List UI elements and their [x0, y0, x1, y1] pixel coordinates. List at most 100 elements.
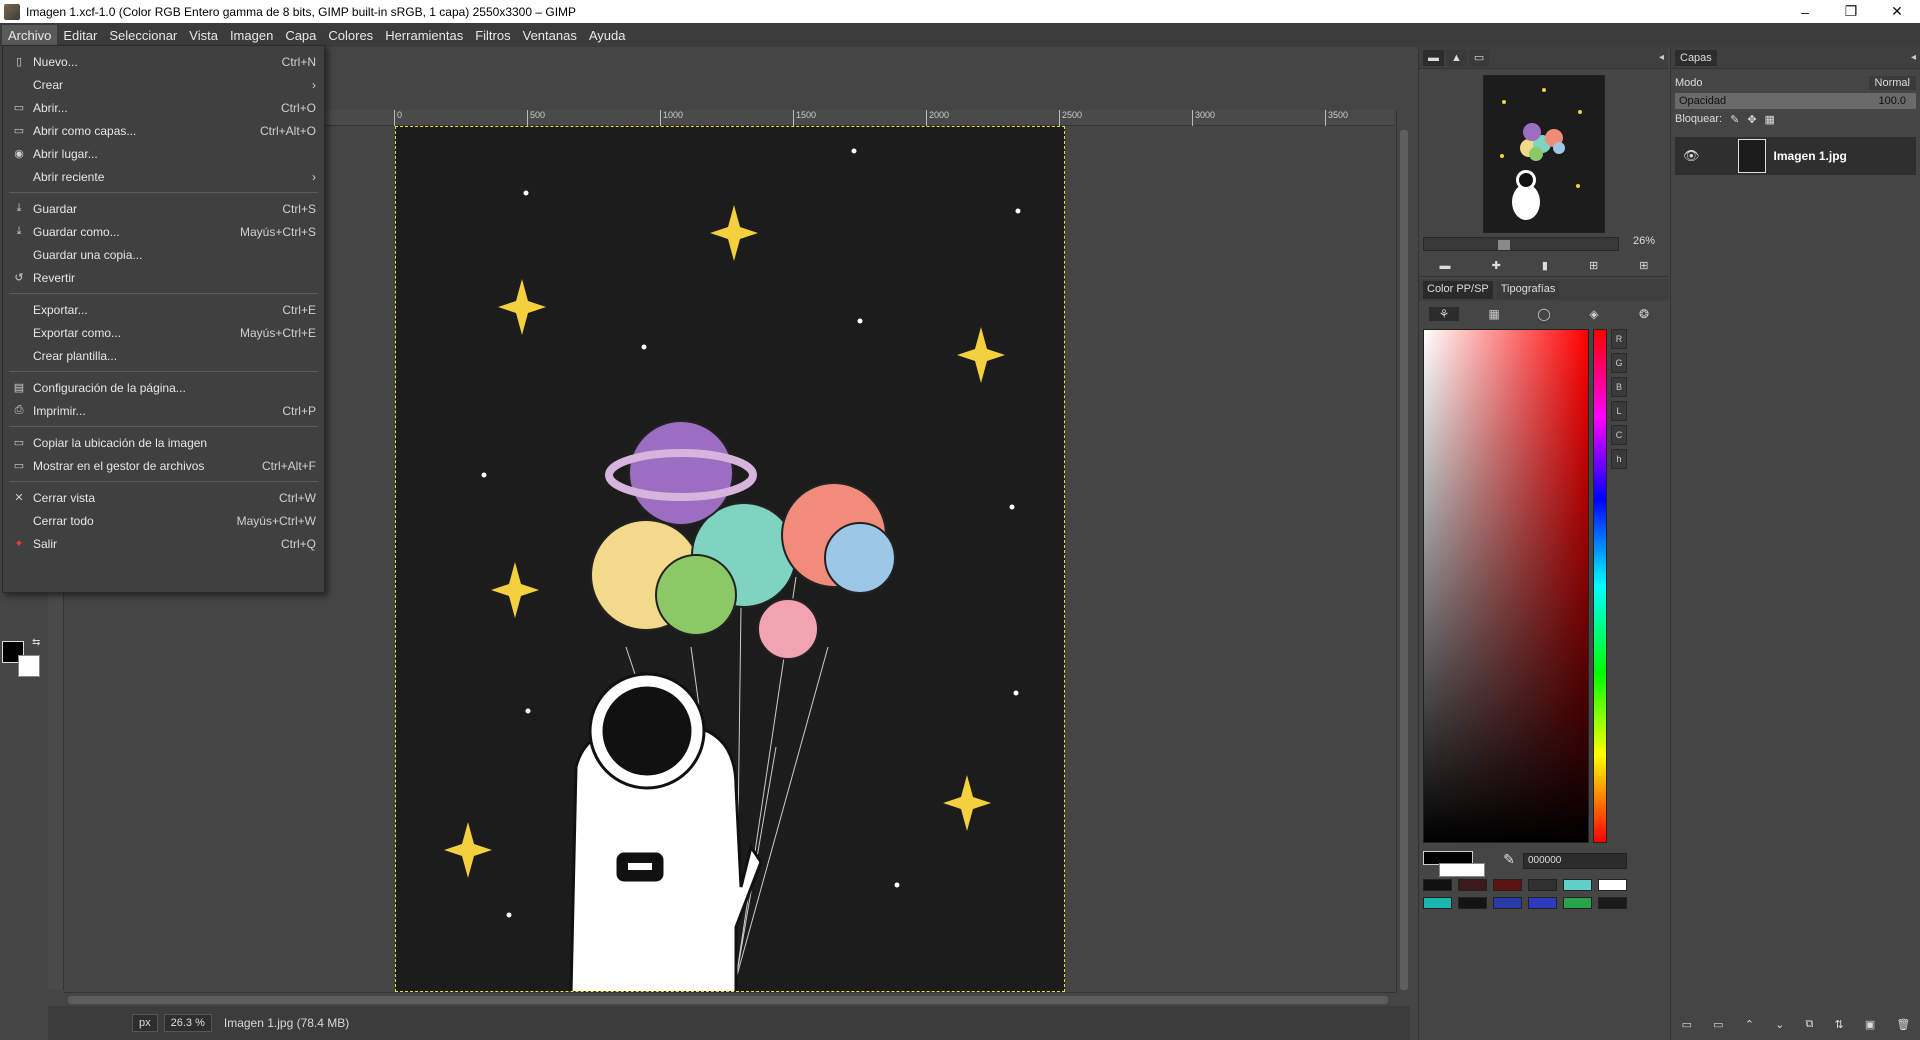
history-swatch[interactable]	[1423, 879, 1452, 891]
watercolor-selector-icon[interactable]: ❂	[1629, 307, 1659, 321]
menu-item-cerrar-todo[interactable]: Cerrar todo Mayús+Ctrl+W	[3, 509, 324, 532]
mode-select[interactable]: Normal	[1868, 76, 1916, 90]
navigator-preview[interactable]	[1483, 75, 1605, 233]
anchor-layer-icon[interactable]: ⇅	[1834, 1018, 1843, 1031]
delete-layer-icon[interactable]: 🗑	[1896, 1018, 1910, 1031]
zoom-1-1-icon[interactable]: ▮	[1542, 259, 1548, 272]
history-swatch[interactable]	[1423, 897, 1452, 909]
menu-item-imprimir[interactable]: ⎙ Imprimir... Ctrl+P	[3, 399, 324, 422]
cmyk-selector-icon[interactable]: ▦	[1479, 307, 1509, 321]
menu-seleccionar[interactable]: Seleccionar	[103, 25, 183, 46]
layer-name[interactable]: Imagen 1.jpg	[1774, 149, 1847, 163]
lock-alpha-icon[interactable]: ▦	[1765, 113, 1775, 126]
fit-image-icon[interactable]: ⊞	[1589, 259, 1598, 272]
menu-item-abrir[interactable]: ▭ Abrir... Ctrl+O	[3, 96, 324, 119]
tab-layers[interactable]: Capas	[1675, 49, 1717, 66]
history-swatch[interactable]	[1563, 897, 1592, 909]
color-picker-icon[interactable]: ✎	[1499, 851, 1519, 871]
menu-capa[interactable]: Capa	[279, 25, 322, 46]
history-swatch[interactable]	[1493, 879, 1522, 891]
layer-row[interactable]: 👁 Imagen 1.jpg	[1675, 137, 1916, 175]
fg-bg-colors[interactable]: ⇆	[2, 637, 46, 677]
menu-item-abrir-reciente[interactable]: Abrir reciente ›	[3, 165, 324, 188]
menu-filtros[interactable]: Filtros	[469, 25, 516, 46]
background-swatch[interactable]	[1439, 863, 1485, 877]
tab-fonts[interactable]: Tipografías	[1496, 281, 1560, 299]
mask-icon[interactable]: ▣	[1865, 1018, 1875, 1031]
menu-item-guardar[interactable]: ⤓ Guardar Ctrl+S	[3, 197, 324, 220]
slider-knob[interactable]	[1498, 240, 1510, 250]
lock-pixels-icon[interactable]: ✎	[1730, 113, 1739, 126]
maximize-button[interactable]: ❐	[1828, 0, 1874, 23]
opacity-value[interactable]: 100.0	[1878, 93, 1906, 109]
minimize-button[interactable]: –	[1782, 0, 1828, 23]
menu-archivo[interactable]: Archivo	[2, 24, 58, 46]
channel-r-button[interactable]: R	[1611, 329, 1627, 349]
background-color[interactable]	[18, 655, 40, 677]
new-layer-icon[interactable]: ▭	[1682, 1018, 1692, 1031]
menu-item-salir[interactable]: ✦ Salir Ctrl+Q	[3, 532, 324, 555]
image-canvas[interactable]	[395, 126, 1065, 992]
history-swatch[interactable]	[1458, 897, 1487, 909]
zoom-out-icon[interactable]: ▬	[1440, 260, 1451, 272]
zoom-selector[interactable]: 26.3 %	[163, 1014, 212, 1032]
menu-item-crear-plantilla[interactable]: Crear plantilla...	[3, 344, 324, 367]
horizontal-scrollbar[interactable]	[64, 992, 1396, 1006]
menu-item-revertir[interactable]: ↺ Revertir	[3, 266, 324, 289]
channel-g-button[interactable]: G	[1611, 353, 1627, 373]
unit-selector[interactable]: px	[132, 1014, 158, 1032]
menu-item-guardar-copia[interactable]: Guardar una copia...	[3, 243, 324, 266]
hex-input[interactable]: 000000	[1523, 853, 1627, 869]
menu-item-configuracion-pagina[interactable]: ▤ Configuración de la página...	[3, 376, 324, 399]
menu-item-nuevo[interactable]: ▯ Nuevo... Ctrl+N	[3, 50, 324, 73]
navigation-tab-icon[interactable]: ▭	[1468, 49, 1490, 66]
channel-b-button[interactable]: B	[1611, 377, 1627, 397]
menu-ayuda[interactable]: Ayuda	[583, 25, 632, 46]
menu-colores[interactable]: Colores	[322, 25, 379, 46]
raise-layer-icon[interactable]: ⌃	[1745, 1018, 1754, 1031]
scroll-thumb[interactable]	[68, 996, 1388, 1004]
menu-item-abrir-capas[interactable]: ▭ Abrir como capas... Ctrl+Alt+O	[3, 119, 324, 142]
history-swatch[interactable]	[1528, 897, 1557, 909]
menu-imagen[interactable]: Imagen	[224, 25, 279, 46]
channel-c-button[interactable]: C	[1611, 425, 1627, 445]
history-swatch[interactable]	[1598, 897, 1627, 909]
close-button[interactable]: ✕	[1874, 0, 1920, 23]
duplicate-layer-icon[interactable]: ⧉	[1805, 1018, 1813, 1031]
menu-item-exportar-como[interactable]: Exportar como... Mayús+Ctrl+E	[3, 321, 324, 344]
lower-layer-icon[interactable]: ⌄	[1775, 1018, 1784, 1031]
menu-editar[interactable]: Editar	[57, 25, 103, 46]
configure-icon[interactable]: ◂	[1911, 52, 1916, 63]
lock-position-icon[interactable]: ✥	[1747, 113, 1756, 126]
gimp-selector-icon[interactable]: ⚘	[1429, 307, 1459, 321]
menu-item-abrir-lugar[interactable]: ◉ Abrir lugar...	[3, 142, 324, 165]
sample-points-tab-icon[interactable]: ▲	[1446, 49, 1467, 66]
menu-item-crear[interactable]: Crear ›	[3, 73, 324, 96]
pointer-tab-icon[interactable]: ▬	[1423, 49, 1444, 66]
channel-h-button[interactable]: h	[1611, 449, 1627, 469]
configure-icon[interactable]: ◂	[1659, 52, 1664, 63]
opacity-slider[interactable]: Opacidad 100.0	[1675, 93, 1916, 109]
menu-herramientas[interactable]: Herramientas	[379, 25, 469, 46]
history-swatch[interactable]	[1458, 879, 1487, 891]
menu-item-copiar-ubicacion[interactable]: ▭ Copiar la ubicación de la imagen	[3, 431, 324, 454]
history-swatch[interactable]	[1493, 897, 1522, 909]
vertical-scrollbar[interactable]	[1396, 110, 1410, 992]
history-swatch[interactable]	[1528, 879, 1557, 891]
history-swatch[interactable]	[1598, 879, 1627, 891]
eye-icon[interactable]: 👁	[1683, 148, 1700, 164]
new-group-icon[interactable]: ▭	[1713, 1018, 1723, 1031]
menu-item-mostrar-gestor[interactable]: ▭ Mostrar en el gestor de archivos Ctrl+Al…	[3, 454, 324, 477]
wheel-selector-icon[interactable]: ◯	[1529, 307, 1559, 321]
menu-item-cerrar-vista[interactable]: ✕ Cerrar vista Ctrl+W	[3, 486, 324, 509]
menu-ventanas[interactable]: Ventanas	[517, 25, 583, 46]
menu-item-exportar[interactable]: Exportar... Ctrl+E	[3, 298, 324, 321]
saturation-value-square[interactable]	[1423, 329, 1589, 843]
scroll-thumb[interactable]	[1400, 130, 1408, 990]
menu-item-guardar-como[interactable]: ⤓ Guardar como... Mayús+Ctrl+S	[3, 220, 324, 243]
fg-bg-preview[interactable]	[1423, 851, 1485, 879]
hue-slider[interactable]	[1593, 329, 1607, 843]
triangle-selector-icon[interactable]: ◈	[1579, 307, 1609, 321]
navigator-zoom-slider[interactable]	[1423, 237, 1619, 251]
tab-color-fg-bg[interactable]: Color PP/SP	[1423, 281, 1493, 299]
